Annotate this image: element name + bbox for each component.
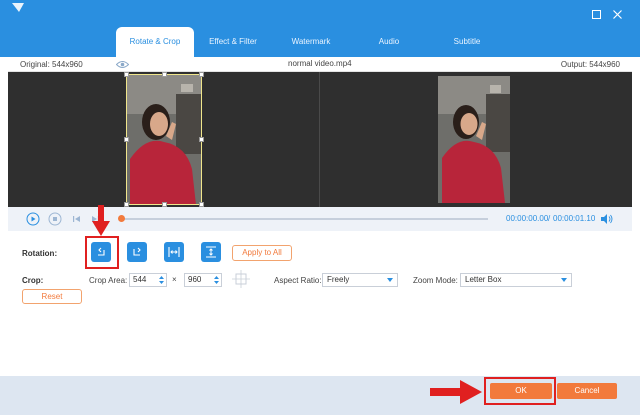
crop-area-label: Crop Area: <box>89 276 128 285</box>
rotate-right-icon <box>133 247 141 256</box>
tab-watermark[interactable]: Watermark <box>272 27 350 57</box>
crop-width-input[interactable]: 544 <box>129 273 167 287</box>
flip-horizontal-button[interactable] <box>164 242 184 262</box>
preview-divider <box>319 72 320 207</box>
crop-handle-left[interactable] <box>124 137 129 142</box>
video-preview-area <box>8 72 632 207</box>
crop-width-value: 544 <box>133 275 147 284</box>
output-size-label: Output: 544x960 <box>560 60 620 69</box>
original-size-label: Original: 544x960 <box>20 60 83 69</box>
zoom-mode-select[interactable]: Letter Box <box>460 273 572 287</box>
crop-selection-box[interactable] <box>124 72 204 207</box>
eye-icon[interactable] <box>116 60 129 69</box>
flip-vertical-button[interactable] <box>201 242 221 262</box>
tab-audio[interactable]: Audio <box>350 27 428 57</box>
aspect-ratio-value: Freely <box>327 275 350 284</box>
crop-handle-right[interactable] <box>199 137 204 142</box>
aspect-ratio-label: Aspect Ratio: <box>274 276 322 285</box>
ok-button[interactable]: OK <box>490 383 552 399</box>
tab-rotate-crop[interactable]: Rotate & Crop <box>116 27 194 57</box>
time-separator: / <box>548 214 551 223</box>
aspect-ratio-select[interactable]: Freely <box>322 273 398 287</box>
output-video-frame <box>438 76 510 203</box>
cancel-button[interactable]: Cancel <box>557 383 617 399</box>
total-time: 00:00:01.10 <box>553 214 596 223</box>
crop-handle-top[interactable] <box>162 72 167 77</box>
crop-handle-top-right[interactable] <box>199 72 204 77</box>
maximize-icon[interactable] <box>589 8 603 22</box>
seek-knob[interactable] <box>118 215 125 222</box>
previous-frame-icon[interactable] <box>70 212 84 226</box>
play-icon[interactable] <box>26 212 40 226</box>
stop-icon[interactable] <box>48 212 62 226</box>
tab-subtitle[interactable]: Subtitle <box>428 27 506 57</box>
info-bar: Original: 544x960 normal video.mp4 Outpu… <box>8 57 632 72</box>
flip-horizontal-icon <box>168 247 180 257</box>
annotation-arrow-right-icon <box>430 380 482 404</box>
chevron-down-icon <box>561 278 567 282</box>
close-icon[interactable] <box>610 8 624 22</box>
zoom-mode-value: Letter Box <box>465 275 502 284</box>
apply-to-all-button[interactable]: Apply to All <box>232 245 292 261</box>
tab-bar: Rotate & Crop Effect & Filter Watermark … <box>116 27 506 57</box>
current-time: 00:00:00.00 <box>506 214 549 223</box>
tab-effect-filter[interactable]: Effect & Filter <box>194 27 272 57</box>
volume-icon[interactable] <box>600 213 613 225</box>
crop-handle-top-left[interactable] <box>124 72 129 77</box>
rotation-label: Rotation: <box>22 249 58 258</box>
crop-height-input[interactable]: 960 <box>184 273 222 287</box>
crop-label: Crop: <box>22 276 44 285</box>
seek-track[interactable] <box>120 218 488 220</box>
crop-height-value: 960 <box>188 275 202 284</box>
filename-label: normal video.mp4 <box>288 59 352 68</box>
spinner-arrows-icon[interactable] <box>213 274 220 286</box>
zoom-mode-label: Zoom Mode: <box>413 276 458 285</box>
rotate-left-highlight <box>85 236 119 269</box>
rotate-right-button[interactable] <box>127 242 147 262</box>
reset-button[interactable]: Reset <box>22 289 82 304</box>
app-logo-icon <box>12 3 24 12</box>
flip-vertical-icon <box>206 246 216 258</box>
times-sign: × <box>172 275 177 284</box>
spinner-arrows-icon[interactable] <box>158 274 165 286</box>
center-crop-icon[interactable] <box>232 270 250 288</box>
chevron-down-icon <box>387 278 393 282</box>
header-bar: Rotate & Crop Effect & Filter Watermark … <box>0 0 640 57</box>
annotation-arrow-down-icon <box>92 205 110 236</box>
